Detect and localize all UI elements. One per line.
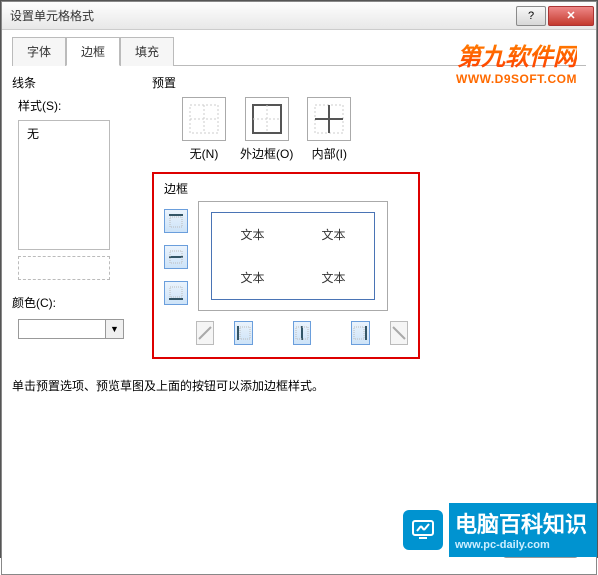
border-diag-up-button[interactable] — [196, 321, 214, 345]
tab-fill[interactable]: 填充 — [120, 37, 174, 66]
preset-none-button[interactable] — [182, 97, 226, 141]
border-preview[interactable]: 文本 文本 文本 文本 — [198, 201, 388, 311]
line-style-list[interactable]: 无 — [18, 120, 110, 250]
preview-cell: 文本 — [293, 256, 374, 299]
preset-none-label: 无(N) — [190, 145, 219, 162]
help-button[interactable]: ? — [516, 6, 546, 26]
color-dropdown[interactable]: ▼ — [106, 319, 124, 339]
line-label: 线条 — [12, 74, 142, 91]
border-right-button[interactable] — [351, 321, 369, 345]
hint-text: 单击预置选项、预览草图及上面的按钮可以添加边框样式。 — [12, 377, 586, 394]
preset-outline-label: 外边框(O) — [240, 145, 293, 162]
border-bottom-button[interactable] — [164, 281, 188, 305]
border-group-label: 边框 — [164, 180, 408, 197]
color-label: 颜色(C): — [12, 294, 142, 311]
preview-cell: 文本 — [212, 256, 293, 299]
monitor-icon — [403, 510, 443, 550]
preset-outline-button[interactable] — [245, 97, 289, 141]
preset-inside-label: 内部(I) — [312, 145, 347, 162]
window-title: 设置单元格格式 — [10, 7, 516, 24]
border-diag-down-button[interactable] — [390, 321, 408, 345]
border-hcenter-button[interactable] — [164, 245, 188, 269]
preset-inside-button[interactable] — [307, 97, 351, 141]
style-none-option[interactable]: 无 — [27, 127, 39, 141]
watermark-pcdaily: 电脑百科知识 www.pc-daily.com — [403, 503, 597, 557]
border-left-button[interactable] — [234, 321, 252, 345]
tab-font[interactable]: 字体 — [12, 37, 66, 66]
format-cells-dialog: 设置单元格格式 ? ✕ 字体 边框 填充 线条 样式(S): 无 颜色(C): — [1, 1, 597, 575]
border-top-button[interactable] — [164, 209, 188, 233]
titlebar: 设置单元格格式 ? ✕ — [2, 2, 596, 30]
preview-cell: 文本 — [212, 213, 293, 256]
border-vcenter-button[interactable] — [293, 321, 311, 345]
tab-border[interactable]: 边框 — [66, 37, 120, 66]
line-panel: 线条 样式(S): 无 颜色(C): ▼ — [12, 74, 142, 359]
style-label: 样式(S): — [18, 97, 142, 114]
style-preview — [18, 256, 110, 280]
watermark2-en: www.pc-daily.com — [455, 539, 587, 551]
color-swatch[interactable] — [18, 319, 106, 339]
watermark-d9soft: 第九软件网 WWW.D9SOFT.COM — [456, 37, 577, 86]
border-group-highlight: 边框 文本 文本 文本 文本 — [152, 172, 420, 359]
preview-cell: 文本 — [293, 213, 374, 256]
watermark2-cn: 电脑百科知识 — [455, 512, 587, 537]
watermark-en: WWW.D9SOFT.COM — [456, 72, 577, 86]
close-button[interactable]: ✕ — [548, 6, 594, 26]
watermark-cn: 第九软件网 — [456, 37, 577, 72]
